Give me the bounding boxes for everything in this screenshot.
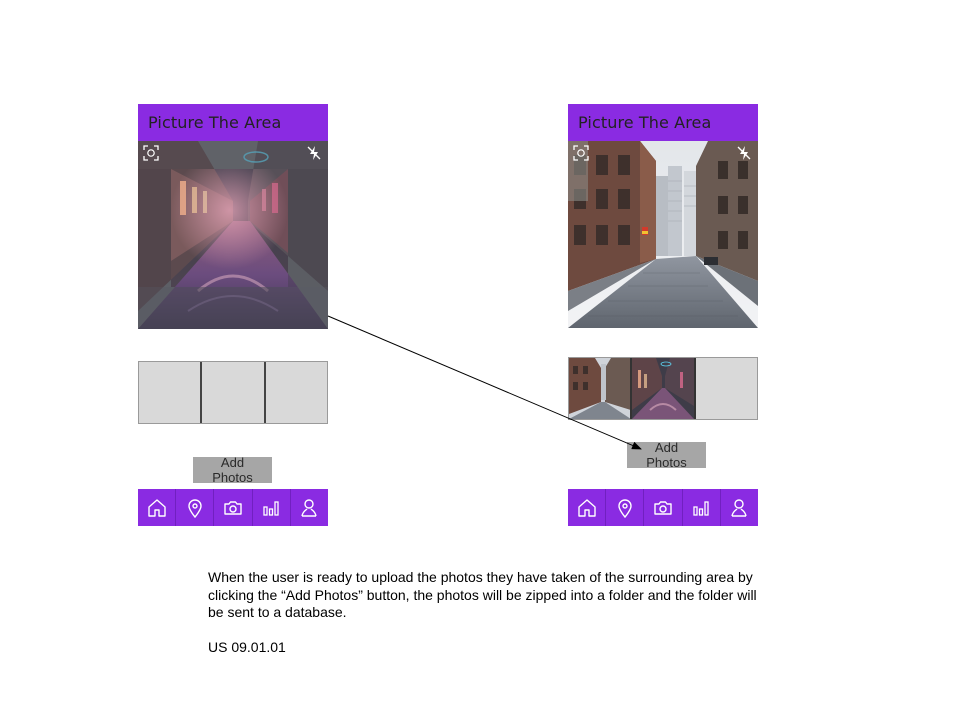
nav-location[interactable] bbox=[605, 489, 643, 526]
nav-stats[interactable] bbox=[251, 489, 290, 526]
nav-stats[interactable] bbox=[681, 489, 720, 526]
capture-frame-icon[interactable] bbox=[143, 145, 159, 161]
stats-icon bbox=[693, 500, 709, 516]
night-alley-thumbnail bbox=[632, 358, 694, 419]
flash-off-icon[interactable] bbox=[736, 145, 752, 161]
thumbnail-slot-empty[interactable] bbox=[139, 362, 201, 423]
daytime-street-photo bbox=[568, 141, 758, 328]
nav-home[interactable] bbox=[568, 489, 605, 526]
camera-icon bbox=[224, 500, 242, 515]
nav-profile[interactable] bbox=[289, 489, 328, 526]
nav-camera[interactable] bbox=[643, 489, 681, 526]
location-pin-icon bbox=[188, 498, 202, 518]
add-photos-button[interactable]: Add Photos bbox=[627, 440, 706, 470]
home-icon bbox=[147, 498, 166, 517]
location-pin-icon bbox=[618, 498, 632, 518]
thumbnail-night-alley[interactable] bbox=[630, 358, 694, 419]
capture-frame-icon[interactable] bbox=[573, 145, 589, 161]
app-header: Picture The Area bbox=[138, 104, 328, 141]
add-photos-button[interactable]: Add Photos bbox=[193, 455, 272, 485]
night-alley-photo bbox=[138, 141, 328, 329]
photo-thumbnail-strip bbox=[568, 357, 758, 420]
nav-camera[interactable] bbox=[213, 489, 251, 526]
profile-icon bbox=[301, 498, 318, 517]
nav-location[interactable] bbox=[175, 489, 213, 526]
home-icon bbox=[577, 498, 596, 517]
daytime-street-thumbnail bbox=[569, 358, 631, 419]
bottom-nav-bar bbox=[568, 489, 758, 526]
app-header: Picture The Area bbox=[568, 104, 758, 141]
user-story-id: US 09.01.01 bbox=[208, 639, 286, 655]
thumbnail-slot-empty[interactable] bbox=[200, 362, 264, 423]
profile-icon bbox=[731, 498, 748, 517]
photo-thumbnail-strip bbox=[138, 361, 328, 424]
camera-viewfinder[interactable] bbox=[138, 141, 328, 329]
app-title: Picture The Area bbox=[148, 113, 282, 132]
nav-profile[interactable] bbox=[719, 489, 758, 526]
thumbnail-slot-empty[interactable] bbox=[263, 362, 327, 423]
nav-home[interactable] bbox=[138, 489, 175, 526]
flow-description: When the user is ready to upload the pho… bbox=[208, 569, 757, 620]
thumbnail-slot-empty[interactable] bbox=[693, 358, 757, 419]
camera-icon bbox=[654, 500, 672, 515]
bottom-nav-bar bbox=[138, 489, 328, 526]
camera-viewfinder[interactable] bbox=[568, 141, 758, 328]
flash-off-icon[interactable] bbox=[306, 145, 322, 161]
app-title: Picture The Area bbox=[578, 113, 712, 132]
thumbnail-daytime-street[interactable] bbox=[569, 358, 631, 419]
stats-icon bbox=[263, 500, 279, 516]
